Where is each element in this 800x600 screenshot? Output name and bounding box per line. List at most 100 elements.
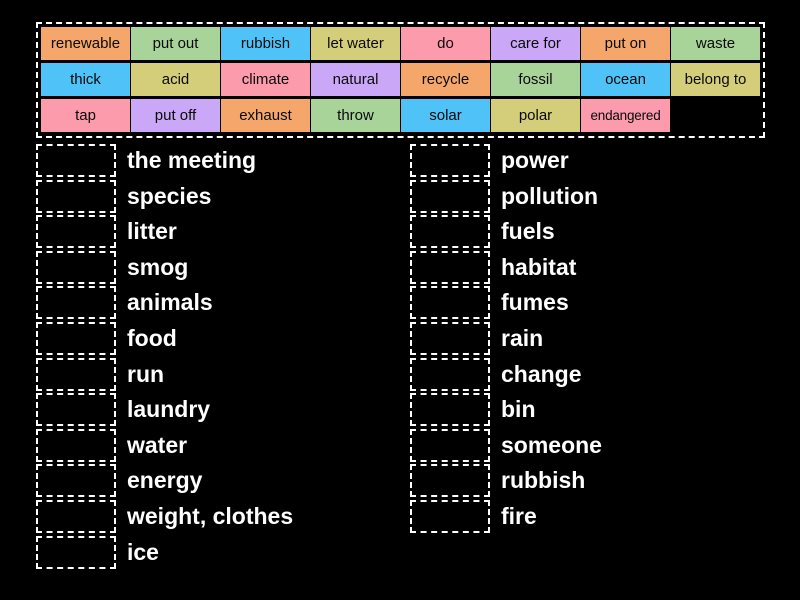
match-item-label: rubbish xyxy=(501,467,586,494)
answer-drop-box[interactable] xyxy=(36,144,116,177)
word-tile[interactable]: do xyxy=(401,27,490,60)
word-tile[interactable]: renewable xyxy=(41,27,130,60)
word-tile[interactable]: ocean xyxy=(581,63,670,96)
match-item-label: pollution xyxy=(501,182,599,209)
word-tile[interactable]: exhaust xyxy=(221,99,310,132)
match-item-label: fire xyxy=(501,502,537,529)
word-tile[interactable]: solar xyxy=(401,99,490,132)
word-tile[interactable]: natural xyxy=(311,63,400,96)
word-tile[interactable]: let water xyxy=(311,27,400,60)
word-tile[interactable]: waste xyxy=(671,27,760,60)
match-item: rain xyxy=(410,321,602,355)
match-column-right: power pollution fuels habitat fumes rain chang… xyxy=(410,144,602,536)
match-item: pollution xyxy=(410,179,602,213)
match-item-label: laundry xyxy=(127,396,211,423)
match-item-label: species xyxy=(127,182,212,209)
word-bank-row-1: renewable put out rubbish let water do care f… xyxy=(41,27,760,60)
word-tile[interactable]: put off xyxy=(131,99,220,132)
answer-drop-box[interactable] xyxy=(410,393,490,427)
match-item: habitat xyxy=(410,250,602,284)
match-item-label: change xyxy=(501,360,582,387)
word-tile[interactable]: belong to xyxy=(671,63,760,96)
word-tile[interactable]: rubbish xyxy=(221,27,310,60)
match-item: rubbish xyxy=(410,464,602,498)
word-tile[interactable]: polar xyxy=(491,99,580,132)
match-item: run xyxy=(36,357,293,391)
match-item-label: food xyxy=(127,324,177,351)
match-item: fumes xyxy=(410,286,602,320)
match-item-label: power xyxy=(501,147,569,173)
match-item-label: someone xyxy=(501,431,602,458)
match-item-label: bin xyxy=(501,396,536,423)
match-item: laundry xyxy=(36,393,293,427)
answer-drop-box[interactable] xyxy=(36,357,116,391)
match-item-label: smog xyxy=(127,253,189,280)
match-item-label: water xyxy=(127,431,188,458)
match-item: species xyxy=(36,179,293,213)
word-tile-empty xyxy=(671,99,760,132)
match-item: smog xyxy=(36,250,293,284)
match-item-label: animals xyxy=(127,289,213,316)
answer-drop-box[interactable] xyxy=(410,464,490,498)
word-tile[interactable]: put on xyxy=(581,27,670,60)
match-item: energy xyxy=(36,464,293,498)
match-item-label: energy xyxy=(127,467,203,494)
match-item: fuels xyxy=(410,215,602,249)
word-tile[interactable]: tap xyxy=(41,99,130,132)
word-bank-row-2: thick acid climate natural recycle fossil ocea… xyxy=(41,63,760,96)
match-item: change xyxy=(410,357,602,391)
word-tile[interactable]: fossil xyxy=(491,63,580,96)
answer-drop-box[interactable] xyxy=(36,535,116,569)
word-tile[interactable]: endangered xyxy=(581,99,670,132)
answer-drop-box[interactable] xyxy=(36,393,116,427)
match-item-label: fumes xyxy=(501,289,569,316)
word-tile[interactable]: care for xyxy=(491,27,580,60)
match-item: fire xyxy=(410,499,602,533)
match-item: the meeting xyxy=(36,144,293,177)
match-column-left: the meeting species litter smog animals food r… xyxy=(36,144,293,571)
answer-drop-box[interactable] xyxy=(410,215,490,249)
match-item-label: litter xyxy=(127,218,177,245)
match-item: ice xyxy=(36,535,293,569)
answer-drop-box[interactable] xyxy=(410,499,490,533)
word-tile[interactable]: put out xyxy=(131,27,220,60)
word-tile[interactable]: recycle xyxy=(401,63,490,96)
match-item-label: the meeting xyxy=(127,147,257,173)
word-bank: renewable put out rubbish let water do care f… xyxy=(36,22,765,138)
match-item: someone xyxy=(410,428,602,462)
answer-drop-box[interactable] xyxy=(36,250,116,284)
match-item-label: fuels xyxy=(501,218,555,245)
answer-drop-box[interactable] xyxy=(410,357,490,391)
word-bank-row-3: tap put off exhaust throw solar polar endanger… xyxy=(41,99,760,132)
word-tile[interactable]: climate xyxy=(221,63,310,96)
answer-drop-box[interactable] xyxy=(36,286,116,320)
word-tile[interactable]: throw xyxy=(311,99,400,132)
answer-drop-box[interactable] xyxy=(36,499,116,533)
answer-drop-box[interactable] xyxy=(410,144,490,177)
answer-drop-box[interactable] xyxy=(410,179,490,213)
answer-drop-box[interactable] xyxy=(36,179,116,213)
match-item: food xyxy=(36,321,293,355)
answer-drop-box[interactable] xyxy=(410,250,490,284)
word-tile[interactable]: thick xyxy=(41,63,130,96)
match-item-label: habitat xyxy=(501,253,577,280)
match-item-label: rain xyxy=(501,324,544,351)
answer-drop-box[interactable] xyxy=(36,428,116,462)
match-item: bin xyxy=(410,393,602,427)
match-area: the meeting species litter smog animals food r… xyxy=(0,144,800,594)
match-item: water xyxy=(36,428,293,462)
match-item: power xyxy=(410,144,602,177)
answer-drop-box[interactable] xyxy=(410,286,490,320)
answer-drop-box[interactable] xyxy=(36,464,116,498)
match-item: animals xyxy=(36,286,293,320)
word-tile[interactable]: acid xyxy=(131,63,220,96)
answer-drop-box[interactable] xyxy=(410,428,490,462)
match-item: litter xyxy=(36,215,293,249)
match-item-label: ice xyxy=(127,538,159,565)
match-item-label: run xyxy=(127,360,165,387)
match-item-label: weight, clothes xyxy=(127,502,294,529)
match-item: weight, clothes xyxy=(36,499,294,533)
answer-drop-box[interactable] xyxy=(410,321,490,355)
answer-drop-box[interactable] xyxy=(36,321,116,355)
answer-drop-box[interactable] xyxy=(36,215,116,249)
